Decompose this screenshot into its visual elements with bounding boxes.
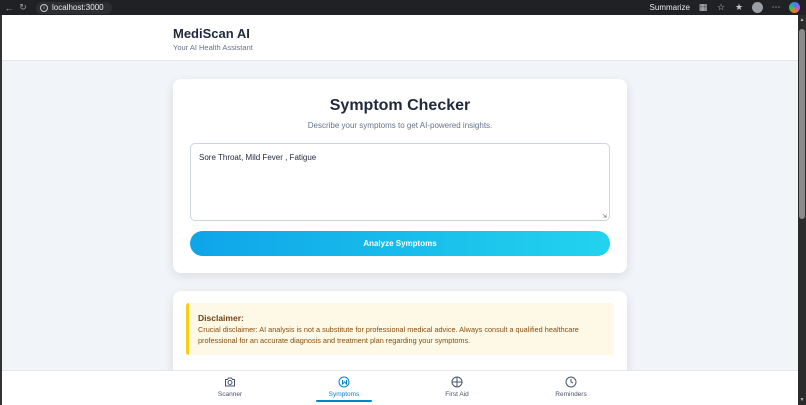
- nav-item-symptoms[interactable]: Symptoms: [314, 371, 374, 405]
- page-viewport: MediScan AI Your AI Health Assistant Sym…: [0, 15, 798, 405]
- analyze-symptoms-button[interactable]: Analyze Symptoms: [190, 231, 610, 256]
- disclaimer-title: Disclaimer:: [198, 313, 244, 323]
- checker-subtitle: Describe your symptoms to get AI-powered…: [307, 121, 493, 130]
- nav-item-scanner[interactable]: Scanner: [200, 371, 260, 405]
- address-bar[interactable]: i localhost:3000: [36, 1, 112, 14]
- symptom-checker-card: Symptom Checker Describe your symptoms t…: [173, 79, 627, 273]
- camera-icon: [225, 377, 235, 387]
- page-scrollbar[interactable]: ▲ ▼: [798, 15, 806, 405]
- summarize-button[interactable]: Summarize: [650, 3, 690, 12]
- app-title: MediScan AI: [173, 26, 250, 41]
- favorites-icon[interactable]: ★: [734, 2, 744, 13]
- app-subtitle: Your AI Health Assistant: [173, 43, 253, 52]
- nav-item-reminders[interactable]: Reminders: [541, 371, 601, 405]
- disclaimer-text: Crucial disclaimer: AI analysis is not a…: [198, 325, 579, 345]
- nav-label-scanner: Scanner: [217, 391, 243, 398]
- resize-handle-icon[interactable]: ⇲: [602, 213, 607, 220]
- more-options-icon[interactable]: ⋯: [771, 2, 781, 13]
- url-text: localhost:3000: [52, 3, 104, 12]
- app-header: MediScan AI Your AI Health Assistant: [2, 15, 798, 61]
- nav-label-symptoms: Symptoms: [328, 391, 360, 398]
- symptoms-icon: [338, 376, 350, 388]
- nav-label-reminders: Reminders: [555, 391, 587, 398]
- copilot-icon[interactable]: [789, 2, 800, 13]
- symptoms-input[interactable]: Sore Throat, Mild Fever , Fatigue: [190, 143, 610, 221]
- back-icon[interactable]: ←: [2, 0, 16, 15]
- scrollbar-thumb[interactable]: [799, 29, 805, 219]
- nav-item-first-aid[interactable]: First Aid: [427, 371, 487, 405]
- favorite-star-icon[interactable]: ☆: [716, 2, 726, 13]
- first-aid-icon: [451, 376, 463, 388]
- bottom-nav: Scanner Symptoms First Aid Reminders: [2, 370, 798, 405]
- nav-label-first-aid: First Aid: [445, 391, 469, 398]
- scroll-down-icon[interactable]: ▼: [798, 397, 806, 403]
- reload-icon[interactable]: ↻: [16, 0, 30, 15]
- disclaimer-box: Disclaimer: Crucial disclaimer: AI analy…: [186, 303, 614, 355]
- profile-avatar[interactable]: [752, 2, 763, 13]
- read-aloud-icon[interactable]: ▦: [698, 2, 708, 13]
- checker-title: Symptom Checker: [329, 97, 471, 114]
- clock-icon: [565, 376, 577, 388]
- active-tab-indicator: [316, 400, 372, 402]
- scroll-up-icon[interactable]: ▲: [798, 17, 806, 23]
- site-info-icon[interactable]: i: [40, 3, 48, 12]
- browser-toolbar: ← ↻ i localhost:3000 Summarize ▦ ☆ ★ ⋯: [0, 0, 806, 15]
